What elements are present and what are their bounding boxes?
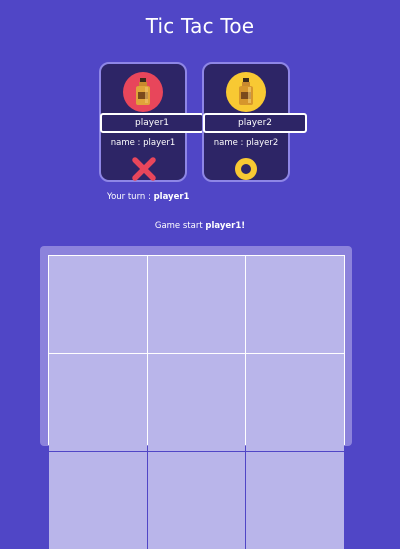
player2-name-input[interactable] bbox=[203, 113, 307, 133]
board-cell[interactable] bbox=[246, 452, 344, 549]
bottle-icon bbox=[239, 78, 253, 105]
o-mark-icon bbox=[235, 158, 257, 180]
turn-player: player1 bbox=[153, 192, 190, 202]
game-title: Tic Tac Toe bbox=[145, 14, 255, 38]
status-player: player1! bbox=[205, 221, 246, 231]
game-board bbox=[48, 255, 345, 549]
board-cell[interactable] bbox=[49, 452, 147, 549]
bottle-icon bbox=[136, 78, 150, 105]
board-cell[interactable] bbox=[147, 452, 246, 549]
game-status: Game start player1! bbox=[0, 221, 400, 231]
player1-avatar bbox=[123, 72, 163, 112]
turn-indicator: Your turn : player1 bbox=[107, 192, 189, 202]
status-label: Game start bbox=[154, 221, 206, 231]
player2-name-label: name : player2 bbox=[213, 138, 279, 148]
board-cell[interactable] bbox=[147, 256, 246, 353]
turn-label: Your turn : bbox=[107, 192, 154, 202]
board-cell[interactable] bbox=[49, 354, 147, 451]
board-cell[interactable] bbox=[49, 256, 147, 353]
player1-name-label: name : player1 bbox=[110, 138, 176, 148]
board-cell[interactable] bbox=[246, 256, 344, 353]
board-cell[interactable] bbox=[246, 354, 344, 451]
player2-avatar bbox=[226, 72, 266, 112]
x-mark-icon bbox=[132, 157, 156, 181]
player1-name-input[interactable] bbox=[100, 113, 204, 133]
board-cell[interactable] bbox=[147, 354, 246, 451]
